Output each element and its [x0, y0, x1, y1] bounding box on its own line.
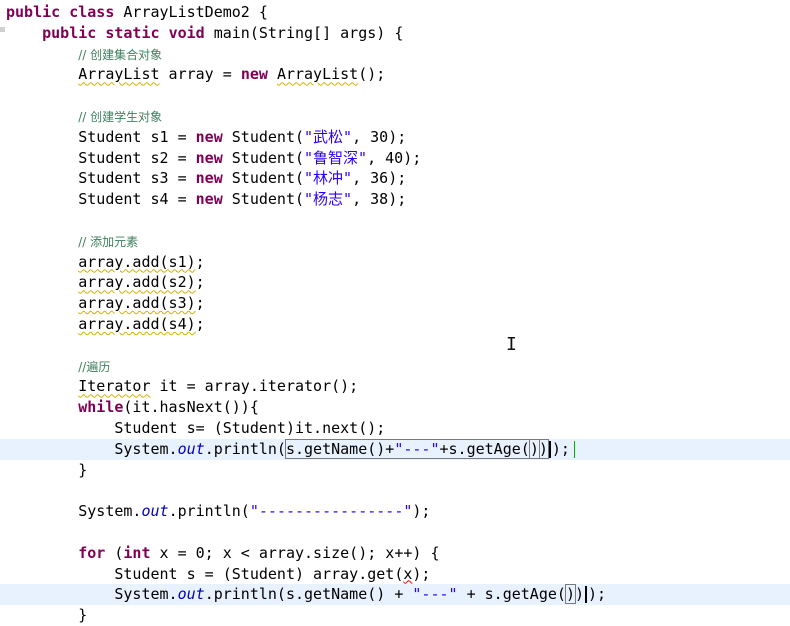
code-line[interactable] [0, 210, 790, 231]
code-line[interactable]: // 添加元素 [0, 231, 790, 252]
code-line-text: public static void main(String[] args) { [42, 23, 404, 42]
code-line-text: System.out.println(s.getName()+"---"+s.g… [0, 438, 575, 460]
code-line[interactable]: while(it.hasNext()){ [0, 397, 790, 418]
code-line[interactable]: public class ArrayListDemo2 { [0, 2, 790, 23]
code-line-text: Student s1 = new Student("武松", 30); [6, 127, 407, 146]
code-line[interactable] [0, 335, 790, 356]
code-line-text: public class ArrayListDemo2 { [6, 3, 268, 21]
code-line-text: Student s4 = new Student("杨志", 38); [6, 190, 407, 209]
code-line[interactable]: Student s= (Student)it.next(); [0, 418, 790, 439]
code-line-text: // 添加元素 [78, 234, 139, 249]
code-line[interactable] [0, 85, 790, 106]
code-line-text: Student s3 = new Student("林冲", 36); [6, 169, 407, 188]
code-line[interactable]: // 创建集合对象 [0, 44, 790, 65]
code-line-text: Student s= (Student)it.next(); [6, 419, 386, 437]
code-line-text: ArrayList array = new ArrayList(); [78, 65, 386, 84]
code-line[interactable] [0, 522, 790, 543]
code-line[interactable]: Student s1 = new Student("武松", 30); [0, 127, 790, 148]
code-line-text: while(it.hasNext()){ [78, 398, 259, 417]
code-line[interactable]: for (int x = 0; x < array.size(); x++) { [0, 543, 790, 564]
code-line[interactable]: System.out.println(s.getName() + "---" +… [0, 584, 790, 606]
code-line[interactable]: Student s = (Student) array.get(x); [0, 564, 790, 585]
code-line-text: } [6, 606, 88, 625]
text-cursor-ibeam-icon: I [506, 334, 517, 355]
code-line[interactable]: ArrayList array = new ArrayList(); [0, 64, 790, 85]
code-line[interactable] [0, 480, 790, 501]
code-line[interactable]: } [0, 605, 790, 626]
code-line[interactable]: //遍历 [0, 356, 790, 377]
code-line[interactable]: // 创建学生对象 [0, 106, 790, 127]
code-line-text: array.add(s4); [78, 315, 205, 333]
code-line-text: Iterator it = array.iterator(); [78, 377, 359, 396]
code-line-text: array.add(s3); [78, 294, 205, 313]
code-line[interactable]: array.add(s3); [0, 293, 790, 314]
code-line[interactable]: } [0, 460, 790, 481]
code-line[interactable]: public static void main(String[] args) { [0, 23, 790, 44]
code-line[interactable]: Student s4 = new Student("杨志", 38); [0, 189, 790, 210]
code-line-text: System.out.println(s.getName() + "---" +… [6, 584, 607, 605]
code-line[interactable]: System.out.println("----------------"); [0, 501, 790, 522]
code-line[interactable]: Student s3 = new Student("林冲", 36); [0, 168, 790, 189]
code-line-text: Student s2 = new Student("鲁智深", 40); [6, 148, 422, 167]
code-line-text: //遍历 [78, 359, 111, 374]
code-line-text: Student s = (Student) array.get(x); [6, 564, 431, 583]
code-line[interactable]: array.add(s4); [0, 314, 790, 335]
code-line-text: array.add(s2); [78, 273, 205, 292]
code-editor[interactable]: public class ArrayListDemo2 { public sta… [0, 0, 790, 625]
code-line-text: } [6, 460, 88, 479]
code-line[interactable]: Student s2 = new Student("鲁智深", 40); [0, 148, 790, 169]
code-line[interactable]: array.add(s1); [0, 252, 790, 273]
code-line[interactable]: System.out.println(s.getName()+"---"+s.g… [0, 438, 790, 460]
code-line-text: System.out.println("----------------"); [6, 502, 431, 521]
code-line-text: // 创建学生对象 [78, 110, 163, 124]
code-line[interactable]: Iterator it = array.iterator(); [0, 376, 790, 397]
code-line-text: // 创建集合对象 [78, 47, 163, 62]
code-line[interactable]: array.add(s2); [0, 272, 790, 293]
code-line-text: for (int x = 0; x < array.size(); x++) { [78, 543, 440, 562]
code-line-text: array.add(s1); [78, 252, 205, 271]
